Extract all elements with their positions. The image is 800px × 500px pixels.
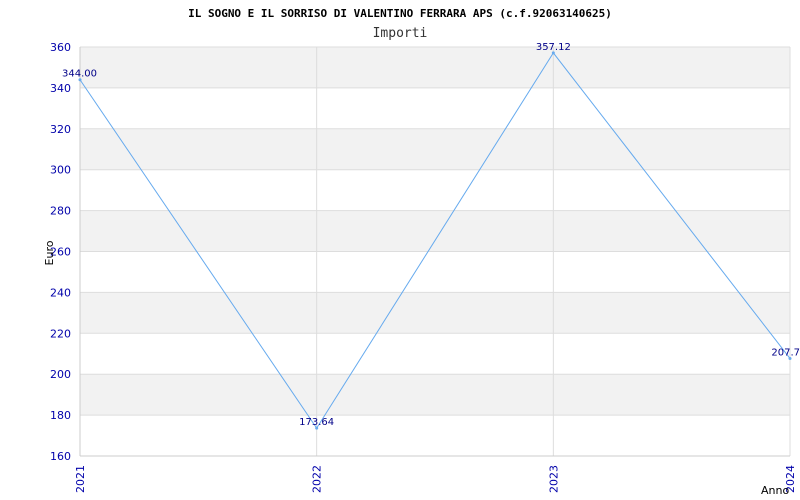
data-label: 207.7 <box>771 347 800 358</box>
line-chart: 160180200220240260280300320340360 2021 20… <box>43 7 800 497</box>
chart-title: IL SOGNO E IL SORRISO DI VALENTINO FERRA… <box>188 7 612 20</box>
grid-band <box>80 210 790 252</box>
y-axis-label: Euro <box>43 240 56 265</box>
y-tick-label: 300 <box>50 164 71 177</box>
grid-band <box>80 169 790 211</box>
y-tick-label: 160 <box>50 450 71 463</box>
y-tick-label: 360 <box>50 41 71 54</box>
y-tick-label: 200 <box>50 368 71 381</box>
grid-band <box>80 415 790 456</box>
y-tick-label: 340 <box>50 82 71 95</box>
x-tick-label: 2021 <box>74 465 87 493</box>
data-label: 344.00 <box>62 69 97 80</box>
grid-band <box>80 374 790 416</box>
x-tick-label: 2023 <box>547 465 560 493</box>
y-tick-label: 280 <box>50 205 71 218</box>
x-tick-labels: 2021 2022 2023 2024 <box>74 465 797 493</box>
y-tick-label: 320 <box>50 123 71 136</box>
y-tick-label: 180 <box>50 409 71 422</box>
data-label: 357.12 <box>536 42 571 53</box>
grid-band <box>80 251 790 293</box>
chart-subtitle: Importi <box>373 26 428 41</box>
grid-band <box>80 333 790 375</box>
grid-band <box>80 87 790 129</box>
y-tick-label: 220 <box>50 327 71 340</box>
x-tick-label: 2022 <box>311 465 324 493</box>
grid-band <box>80 128 790 170</box>
x-axis-label: Anno <box>761 484 789 497</box>
data-label: 173.64 <box>299 417 334 428</box>
grid-band <box>80 47 790 88</box>
y-tick-label: 240 <box>50 286 71 299</box>
grid-band <box>80 292 790 334</box>
